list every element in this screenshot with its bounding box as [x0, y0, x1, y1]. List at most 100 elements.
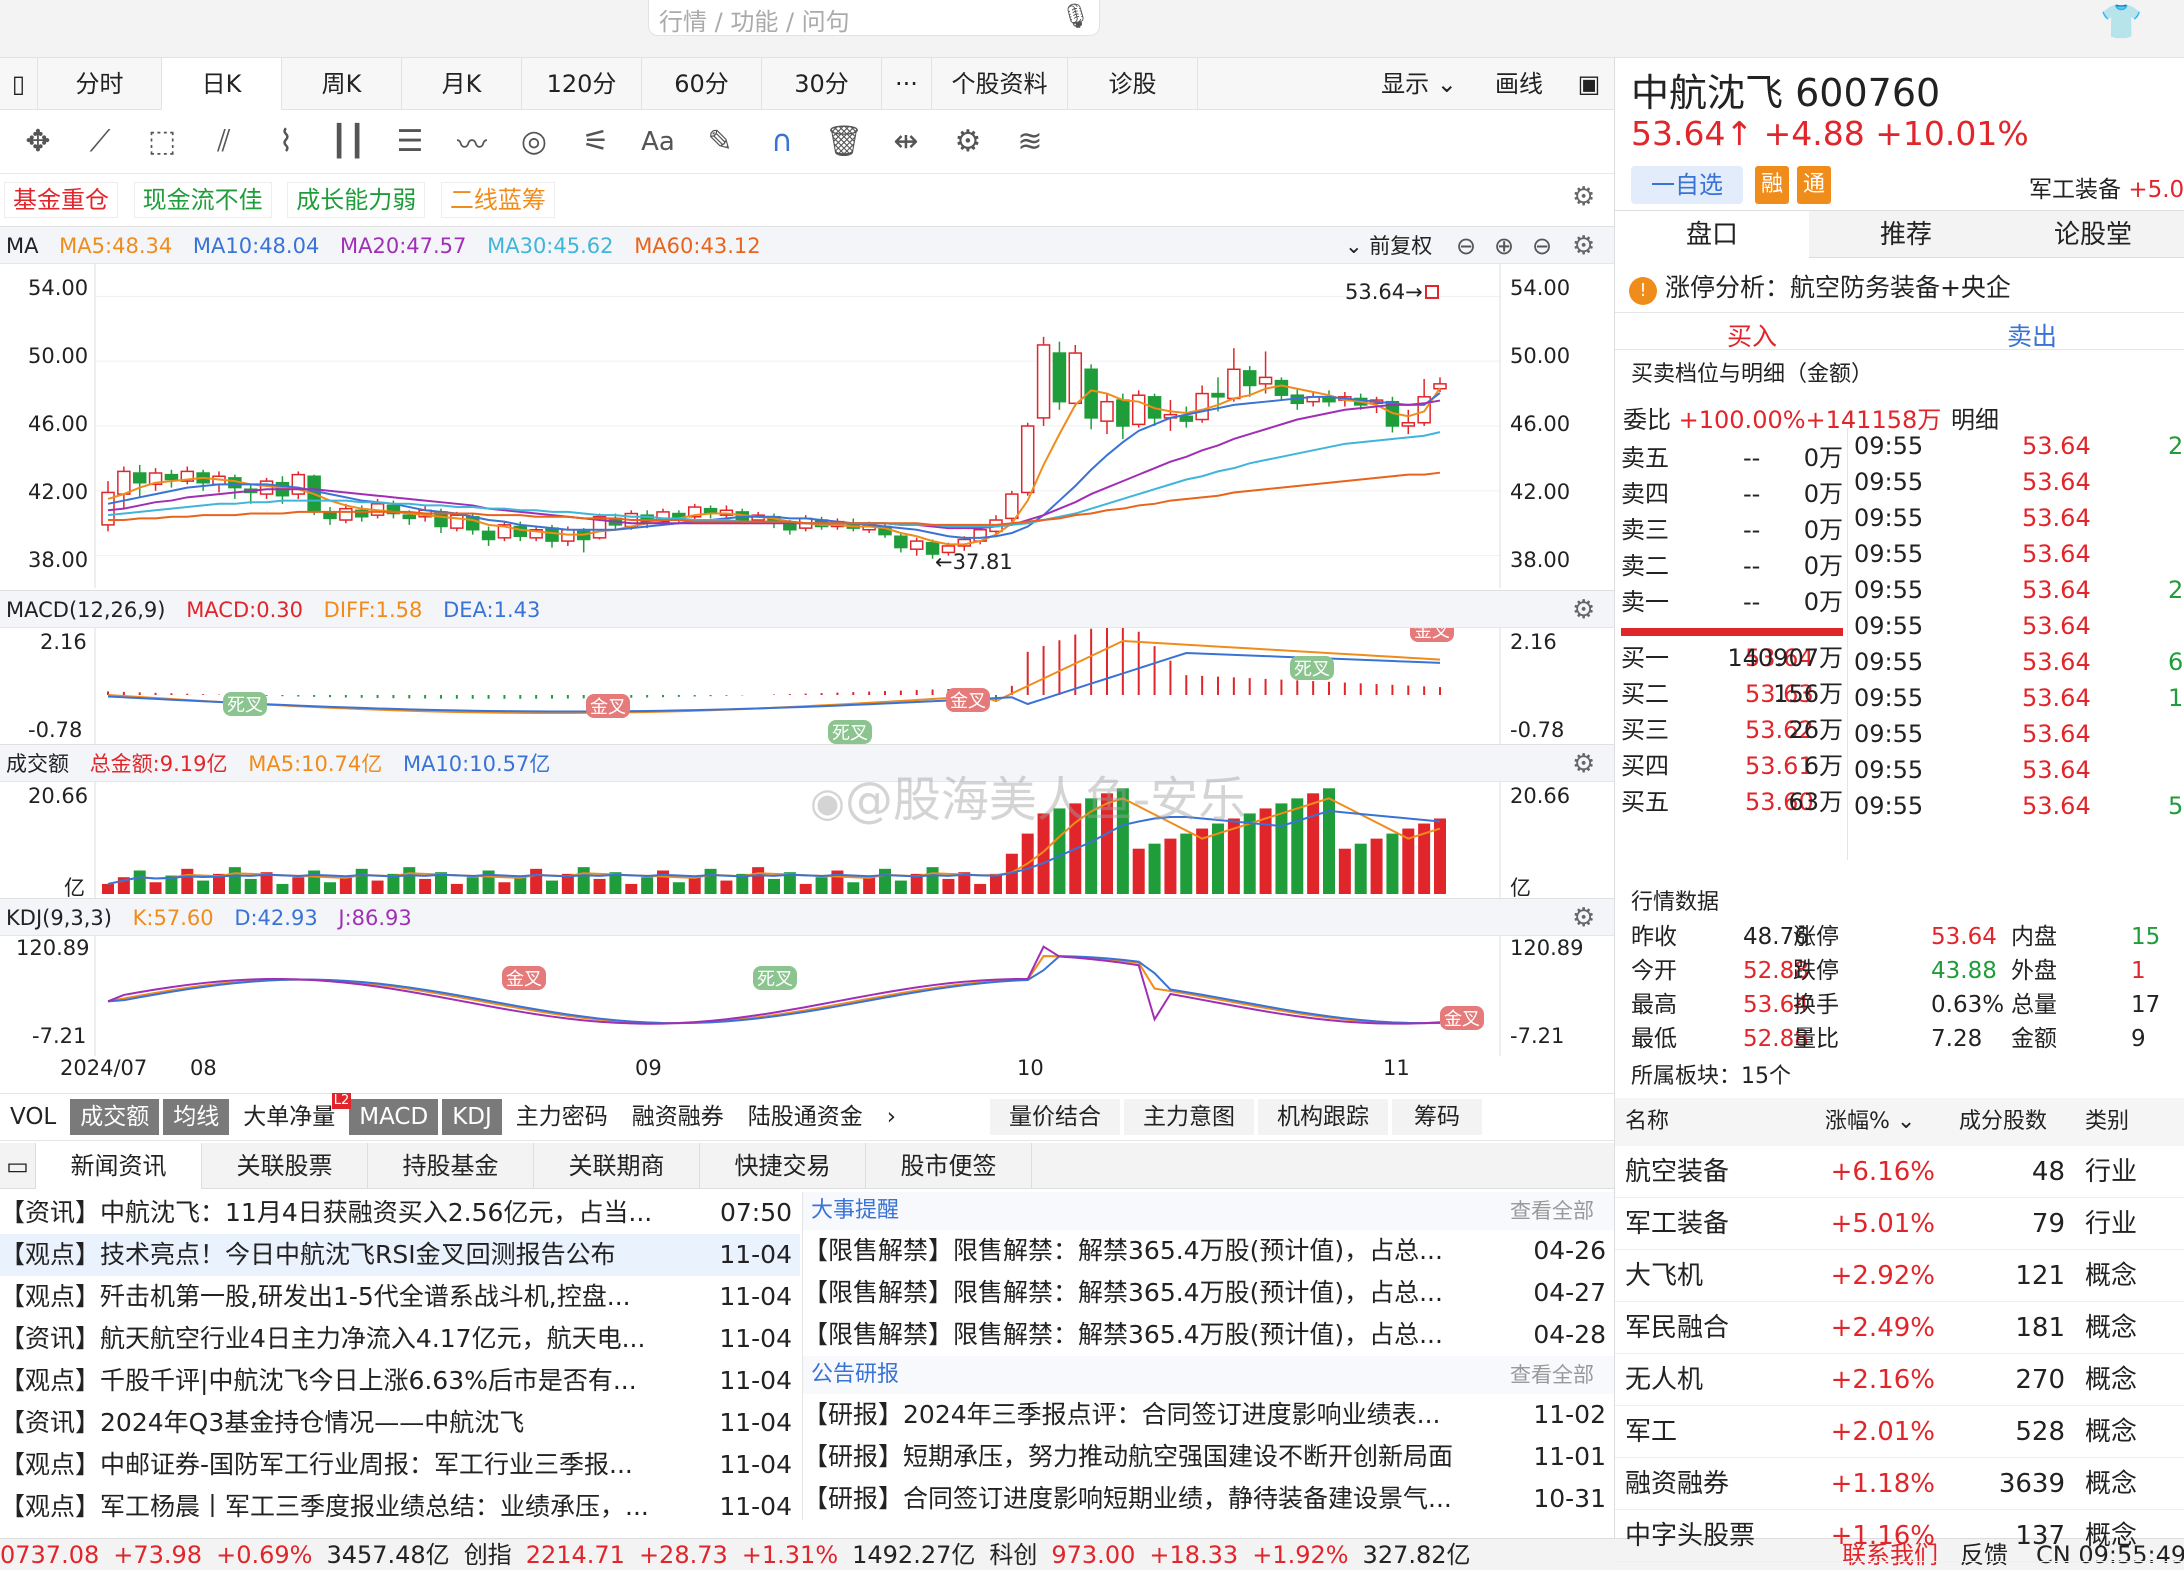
fan-icon[interactable]: ⫽	[200, 124, 248, 159]
tag-growth[interactable]: 成长能力弱	[287, 182, 426, 218]
magnet-icon[interactable]: ∩	[758, 124, 806, 159]
board-row[interactable]: 军民融合 +2.49% 181 概念	[1615, 1302, 2184, 1354]
ma-settings-icon[interactable]: ⚙	[1572, 227, 1595, 265]
news-item[interactable]: 【资讯】2024年Q3基金持仓情况——中航沈飞 11-04	[0, 1402, 800, 1444]
tab-diagnose[interactable]: 诊股	[1068, 58, 1198, 110]
rect-icon[interactable]: ⬚	[138, 124, 186, 159]
tab-more[interactable]: ···	[882, 58, 932, 110]
microphone-icon[interactable]: 🎙	[1061, 2, 1091, 30]
sell-button[interactable]: 卖出	[2007, 317, 2057, 353]
draw-line-button[interactable]: 画线	[1474, 58, 1564, 110]
tab-orderbook[interactable]: 盘口	[1615, 211, 1809, 259]
kline-chart[interactable]	[0, 264, 1614, 588]
report-item[interactable]: 【研报】合同签订进度影响短期业绩，静待装备建设景气... 10-31	[803, 1478, 1614, 1520]
add-watchlist-button[interactable]: 一自选	[1631, 166, 1743, 204]
sector-link[interactable]: 军工装备 +5.0	[2029, 170, 2184, 204]
move-icon[interactable]: ✥	[14, 124, 62, 159]
ind-tab-chips[interactable]: 筹码	[1391, 1099, 1482, 1135]
settings-icon[interactable]: ⚙	[944, 124, 992, 159]
board-row[interactable]: 融资融券 +1.18% 3639 概念	[1615, 1458, 2184, 1510]
news-panel-toggle-icon[interactable]: ▭	[0, 1143, 36, 1189]
board-col-name[interactable]: 名称	[1625, 1098, 1669, 1146]
minus-icon[interactable]: ⊖	[1532, 227, 1552, 265]
zoom-out-icon[interactable]: ⊖	[1456, 227, 1476, 265]
line-icon[interactable]: ⟋	[76, 124, 124, 159]
board-row[interactable]: 军工 +2.01% 528 概念	[1615, 1406, 2184, 1458]
macd-chart[interactable]: 死叉 金叉 金叉死叉死叉金叉	[0, 628, 1614, 744]
board-row[interactable]: 大飞机 +2.92% 121 概念	[1615, 1250, 2184, 1302]
ind-tab-main-intent[interactable]: 主力意图	[1123, 1099, 1254, 1135]
tag-fund-heavy[interactable]: 基金重仓	[4, 182, 118, 218]
board-row[interactable]: 中字头股票 +1.16% 137 概念	[1615, 1510, 2184, 1562]
fib-icon[interactable]: ☰	[386, 124, 434, 159]
event-item[interactable]: 【限售解禁】限售解禁：解禁365.4万股(预计值)，占总... 04-26	[803, 1230, 1614, 1272]
tab-week-k[interactable]: 周K	[282, 58, 402, 110]
ind-tab-amount[interactable]: 成交额	[70, 1099, 160, 1135]
report-item[interactable]: 【研报】2024年三季报点评：合同签订进度影响业绩表... 11-02	[803, 1394, 1614, 1436]
kdj-chart[interactable]: 金叉 死叉金叉	[0, 936, 1614, 1056]
volume-settings-icon[interactable]: ⚙	[1572, 745, 1595, 783]
buy-button[interactable]: 买入	[1727, 317, 1777, 353]
ind-tab-ma[interactable]: 均线	[163, 1099, 230, 1135]
zoom-in-icon[interactable]: ⊕	[1494, 227, 1514, 265]
ind-tab-price-volume[interactable]: 量价结合	[989, 1099, 1120, 1135]
adjust-select[interactable]: ⌄ 前复权	[1345, 227, 1446, 265]
tag-bluechip[interactable]: 二线蓝筹	[440, 182, 555, 218]
board-col-type[interactable]: 类别	[2085, 1098, 2129, 1146]
event-item[interactable]: 【限售解禁】限售解禁：解禁365.4万股(预计值)，占总... 04-28	[803, 1314, 1614, 1356]
spread-icon[interactable]: ⇹	[882, 124, 930, 159]
tab-recommend[interactable]: 推荐	[1809, 211, 2003, 259]
skin-icon[interactable]: 👕	[2100, 2, 2142, 42]
tab-news[interactable]: 新闻资讯	[36, 1143, 202, 1189]
bars-icon[interactable]: ┃┃	[324, 124, 372, 159]
tab-quick-trade[interactable]: 快捷交易	[700, 1143, 866, 1189]
layers-icon[interactable]: ≋	[1006, 124, 1054, 159]
tick-detail-list[interactable]: 09:55 53.64 2 09:55 53.64 09:55 53.64 09:55 53.6…	[1847, 428, 2184, 860]
ind-tab-main-code[interactable]: 主力密码	[506, 1099, 618, 1135]
volume-chart[interactable]	[0, 782, 1614, 898]
gann-icon[interactable]: ⚟	[572, 124, 620, 159]
ind-tab-macd[interactable]: MACD	[349, 1099, 439, 1135]
chevron-right-icon[interactable]: ›	[877, 1099, 906, 1135]
news-item[interactable]: 【观点】军工杨晨丨军工三季度报业绩总结：业绩承压，... 11-04	[0, 1486, 800, 1528]
board-row[interactable]: 航空装备 +6.16% 48 行业	[1615, 1146, 2184, 1198]
tab-120min[interactable]: 120分	[522, 58, 642, 110]
report-item[interactable]: 【研报】短期承压，努力推动航空强国建设不断开创新局面 11-01	[803, 1436, 1614, 1478]
tab-fenshi[interactable]: 分时	[38, 58, 162, 110]
news-item[interactable]: 【观点】中邮证券-国防军工行业周报：军工行业三季报... 11-04	[0, 1444, 800, 1486]
display-menu[interactable]: 显示 ⌄	[1364, 58, 1474, 110]
ind-tab-northbound[interactable]: 陆股通资金	[738, 1099, 873, 1135]
channel-icon[interactable]: ⌇	[262, 124, 310, 159]
search-input[interactable]: 行情 / 功能 / 问句 🎙	[648, 0, 1100, 36]
tab-related-stocks[interactable]: 关联股票	[202, 1143, 368, 1189]
tab-notes[interactable]: 股市便签	[866, 1143, 1032, 1189]
news-item[interactable]: 【观点】歼击机第一股,研发出1-5代全谱系战斗机,控盘... 11-04	[0, 1276, 800, 1318]
events-more-link[interactable]: 查看全部	[1510, 1192, 1594, 1230]
ind-tab-bigorder[interactable]: 大单净量 L2	[233, 1093, 352, 1135]
tab-60min[interactable]: 60分	[642, 58, 762, 110]
panel-toggle-icon[interactable]: ▣	[1564, 58, 1614, 110]
tab-forum[interactable]: 论股堂	[2003, 211, 2183, 259]
sidebar-toggle-icon[interactable]: ▯	[0, 58, 38, 110]
news-item[interactable]: 【资讯】航天航空行业4日主力净流入4.17亿元，航天电... 11-04	[0, 1318, 800, 1360]
cycle-icon[interactable]: ◎	[510, 124, 558, 159]
event-item[interactable]: 【限售解禁】限售解禁：解禁365.4万股(预计值)，占总... 04-27	[803, 1272, 1614, 1314]
tab-day-k[interactable]: 日K	[162, 58, 282, 110]
wave-icon[interactable]: 〰	[448, 120, 496, 164]
board-row[interactable]: 无人机 +2.16% 270 概念	[1615, 1354, 2184, 1406]
tag-cashflow[interactable]: 现金流不佳	[133, 182, 272, 218]
delete-icon[interactable]: 🗑	[820, 124, 868, 159]
board-col-count[interactable]: 成分股数	[1959, 1098, 2047, 1146]
ind-tab-vol[interactable]: VOL	[0, 1099, 66, 1135]
tags-settings-icon[interactable]: ⚙	[1572, 182, 1595, 212]
tab-month-k[interactable]: 月K	[402, 58, 522, 110]
text-icon[interactable]: Aa	[634, 127, 682, 157]
tab-stock-profile[interactable]: 个股资料	[932, 58, 1068, 110]
reports-more-link[interactable]: 查看全部	[1510, 1356, 1594, 1394]
news-item[interactable]: 【观点】千股千评|中航沈飞今日上涨6.63%后市是否有... 11-04	[0, 1360, 800, 1402]
news-item[interactable]: 【资讯】中航沈飞：11月4日获融资买入2.56亿元，占当... 07:50	[0, 1192, 800, 1234]
board-row[interactable]: 军工装备 +5.01% 79 行业	[1615, 1198, 2184, 1250]
tab-holding-funds[interactable]: 持股基金	[368, 1143, 534, 1189]
eraser-icon[interactable]: ✎	[696, 124, 744, 159]
ind-tab-kdj[interactable]: KDJ	[442, 1099, 502, 1135]
